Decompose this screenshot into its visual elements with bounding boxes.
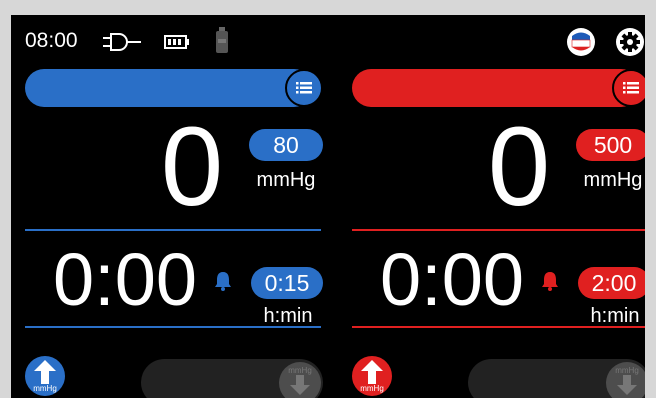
gear-icon[interactable]	[615, 27, 645, 57]
channel-2-panel: 0 500 mmHg 0:00 2:00 h:min mmHg mmHg	[352, 69, 645, 398]
channel-2-pressure-value: 0	[487, 104, 551, 229]
channel-1-pressure-setpoint[interactable]: 80	[249, 129, 323, 161]
channel-2-deflate-knob[interactable]: mmHg	[606, 362, 645, 398]
bag-icon	[216, 27, 228, 53]
channel-2-time-unit: h:min	[590, 305, 640, 327]
channel-1-pressure-value: 0	[160, 104, 224, 229]
channel-1-inflate-button[interactable]: mmHg	[25, 356, 65, 396]
list-icon	[623, 82, 639, 94]
plug-icon	[103, 33, 141, 51]
channel-1-divider-top	[25, 229, 321, 231]
channel-1-panel: 0 80 mmHg 0:00 0:15 h:min mmHg mmHg	[25, 69, 323, 398]
channel-2-inflate-button[interactable]: mmHg	[352, 356, 392, 396]
channel-1-alarm-time[interactable]: 0:15	[251, 267, 323, 299]
arrow-down-icon	[617, 375, 637, 395]
channel-1-deflate-label: mmHg	[288, 366, 312, 375]
channel-2-elapsed-time: 0:00	[380, 238, 525, 321]
channel-1-deflate-slider[interactable]: mmHg	[141, 359, 323, 398]
channel-1-time-unit: h:min	[263, 305, 313, 327]
battery-icon	[164, 35, 189, 49]
channel-2-menu-button[interactable]	[612, 69, 645, 107]
brand-logo-icon	[567, 28, 595, 56]
channel-1-pressure-bar	[25, 69, 313, 107]
arrow-down-icon	[290, 375, 310, 395]
channel-1-menu-button[interactable]	[285, 69, 323, 107]
channel-1-elapsed-time: 0:00	[53, 238, 198, 321]
channel-1-inflate-label: mmHg	[33, 384, 57, 393]
channel-2-inflate-label: mmHg	[360, 384, 384, 393]
channel-1-pressure-unit: mmHg	[256, 169, 316, 191]
channel-2-alarm-time[interactable]: 2:00	[578, 267, 645, 299]
list-icon	[296, 82, 312, 94]
status-bar: 08:00	[11, 15, 645, 67]
arrow-up-icon	[34, 360, 56, 384]
device-screen: 08:00 0 80 mmHg 0:00 0:15 h:min mmHg mmH…	[11, 15, 645, 398]
channel-1-deflate-knob[interactable]: mmHg	[279, 362, 321, 398]
channel-2-divider-bottom	[352, 326, 645, 328]
channel-2-deflate-slider[interactable]: mmHg	[468, 359, 645, 398]
channel-2-pressure-setpoint[interactable]: 500	[576, 129, 645, 161]
arrow-up-icon	[361, 360, 383, 384]
channel-2-divider-top	[352, 229, 645, 231]
channel-1-divider-bottom	[25, 326, 321, 328]
channel-2-pressure-bar	[352, 69, 640, 107]
bell-icon	[215, 272, 231, 291]
channel-2-pressure-unit: mmHg	[583, 169, 643, 191]
channel-2-deflate-label: mmHg	[615, 366, 639, 375]
clock: 08:00	[25, 29, 78, 52]
bell-icon	[542, 272, 558, 291]
